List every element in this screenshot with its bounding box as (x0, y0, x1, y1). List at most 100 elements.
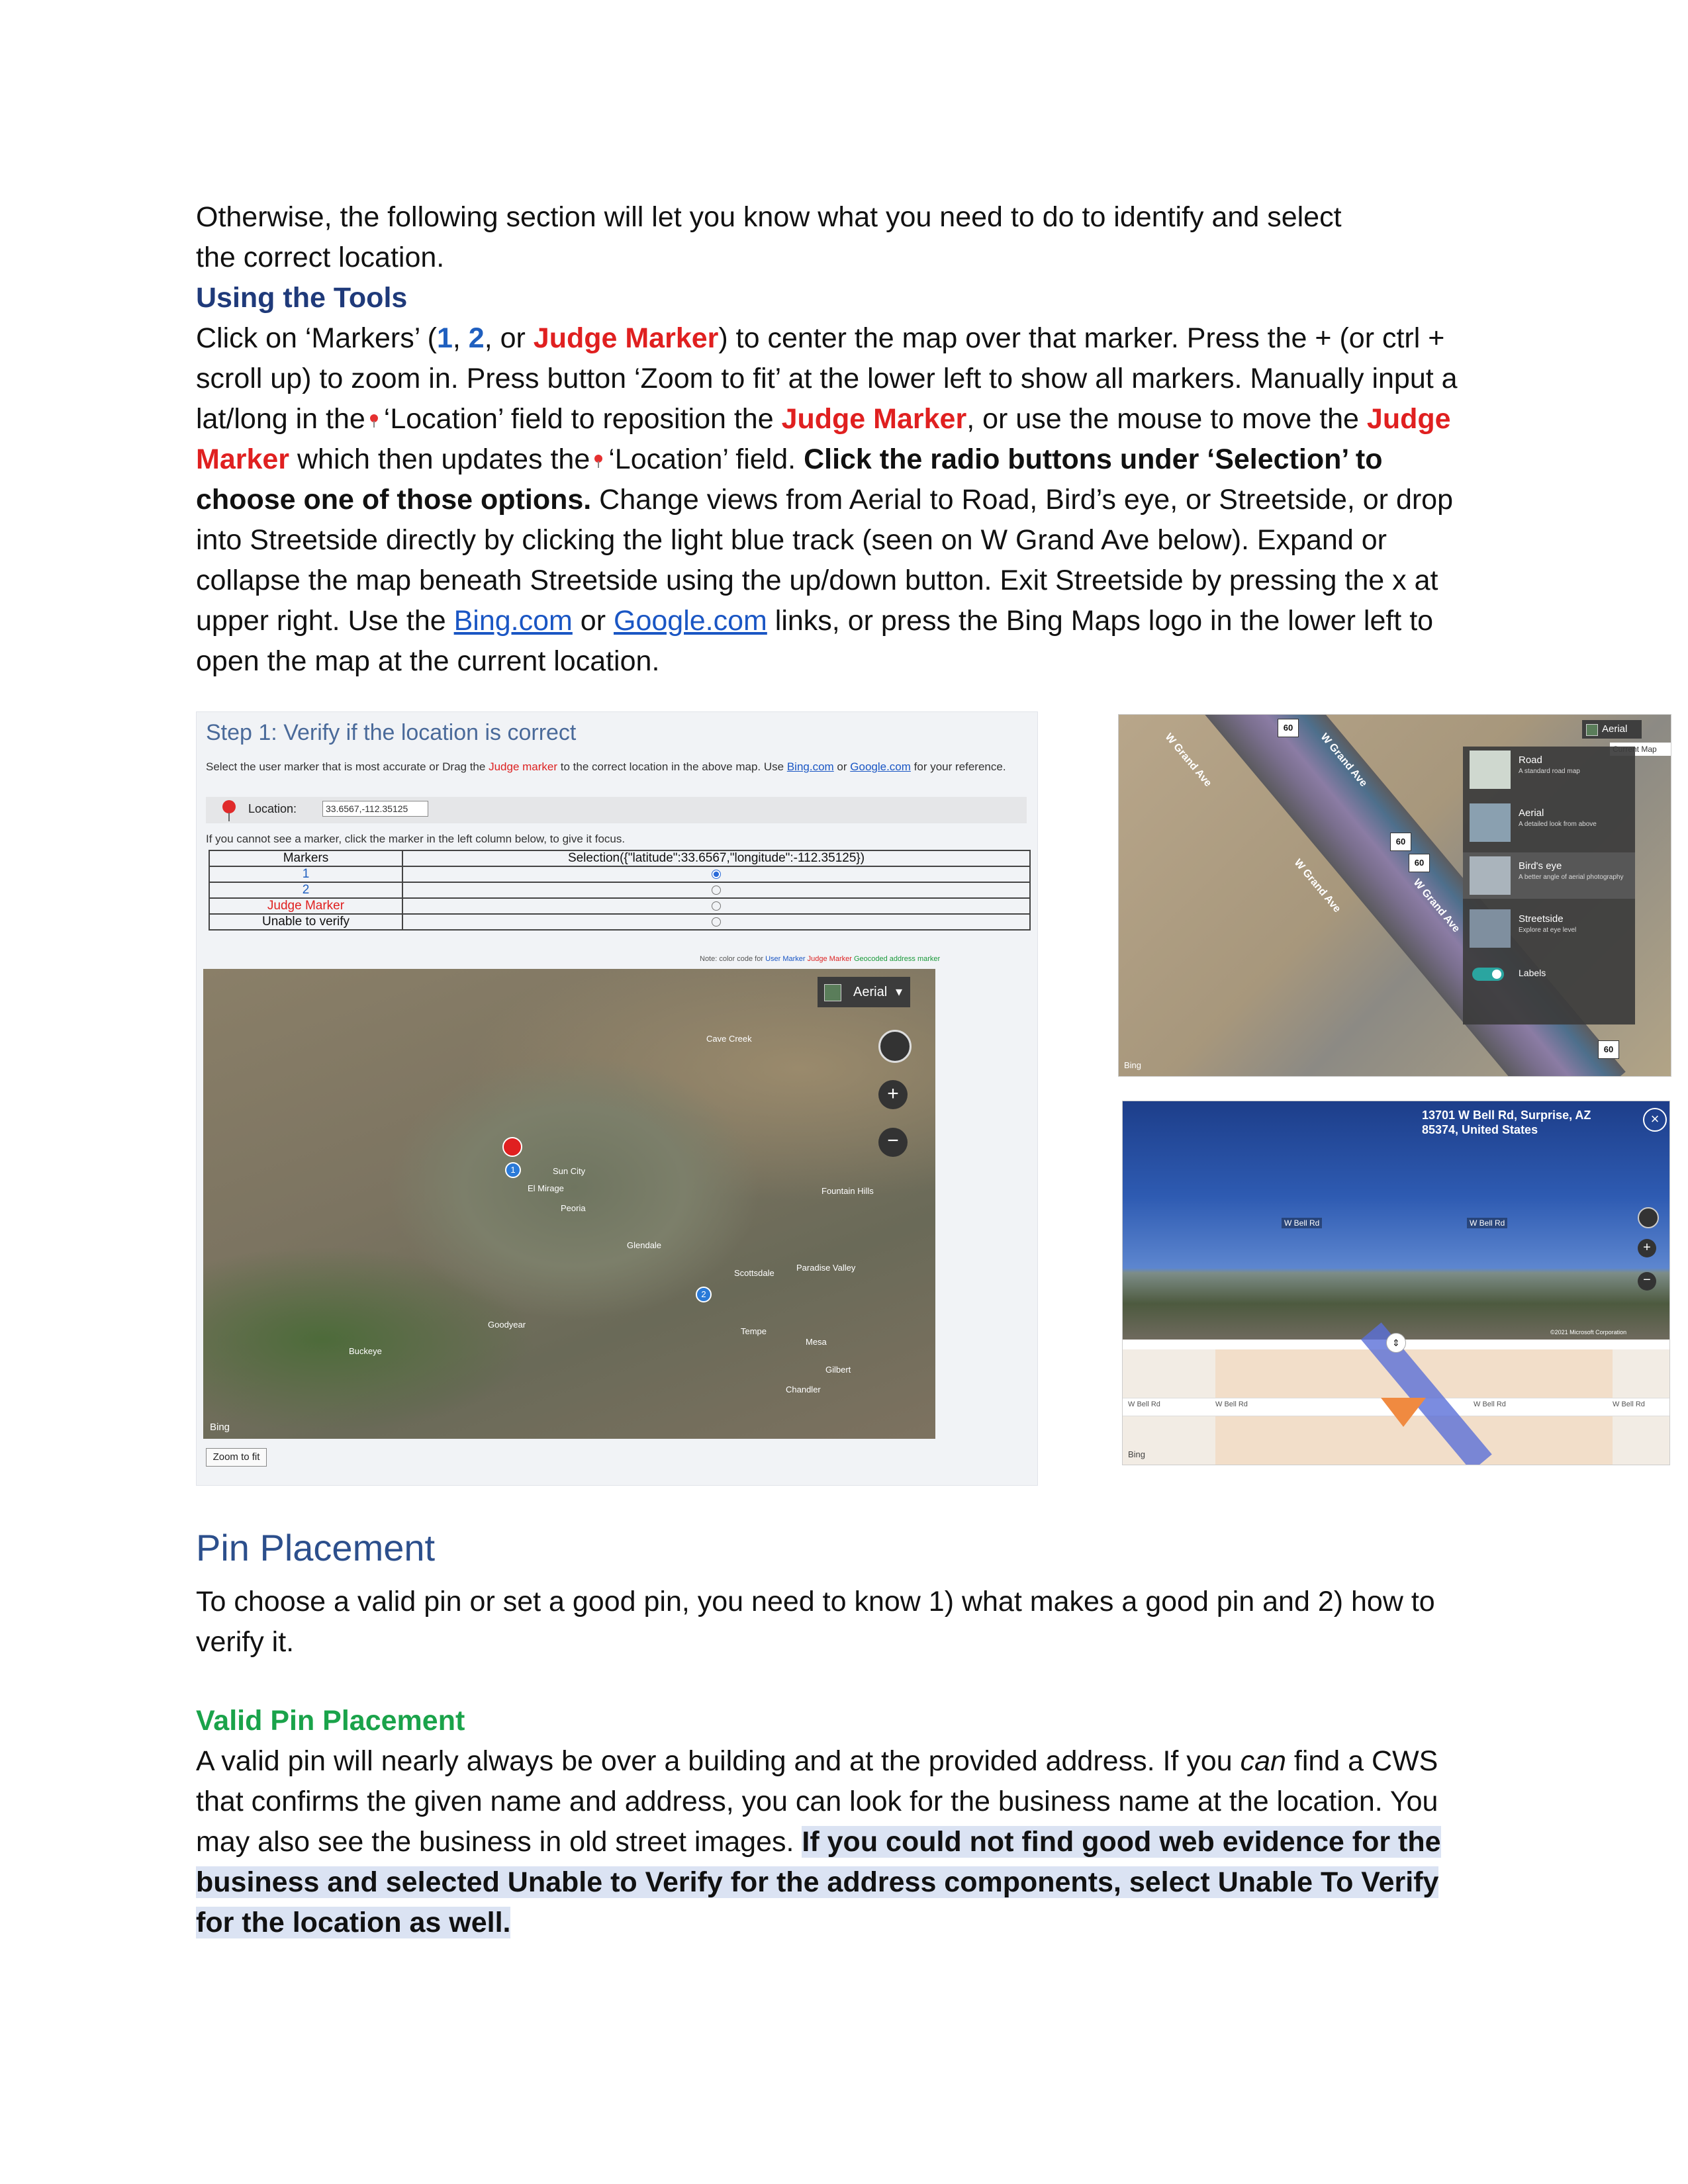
table-header: Markers Selection({"latitude":33.6567,"l… (209, 850, 1031, 867)
menu-item-aerial[interactable]: Aerial A detailed look from above (1463, 799, 1635, 846)
place-label: Scottsdale (734, 1268, 774, 1278)
road-label: W Bell Rd (1474, 1400, 1506, 1408)
chevron-down-icon: ▾ (896, 985, 903, 999)
google-link[interactable]: Google.com (614, 605, 767, 637)
street-image[interactable] (1123, 1101, 1669, 1340)
judge-marker-pin[interactable] (502, 1137, 522, 1157)
tools-text: , (452, 322, 469, 354)
place-label: Mesa (806, 1337, 827, 1347)
bing-logo[interactable]: Bing (1128, 1449, 1145, 1459)
bing-link[interactable]: Bing.com (454, 605, 573, 637)
marker-2-ref: 2 (468, 322, 485, 354)
tools-text: Click on ‘Markers’ ( (196, 322, 437, 354)
instruction-text: Select the user marker that is most accu… (206, 760, 489, 773)
menu-item-title: Road (1519, 754, 1542, 766)
menu-item-title: Aerial (1519, 807, 1544, 819)
map-view-button[interactable]: Aerial ▾ (818, 977, 910, 1007)
streetside-thumb-icon (1470, 909, 1511, 948)
radio-cell (402, 866, 1031, 883)
labels-toggle[interactable] (1472, 968, 1504, 981)
location-pin-icon (222, 800, 236, 821)
tools-text: or (572, 605, 614, 637)
judge-marker-ref: Judge Marker (533, 322, 719, 354)
zoom-to-fit-button[interactable]: Zoom to fit (206, 1448, 267, 1467)
road-label: W Bell Rd (1613, 1400, 1645, 1408)
instruction-text: for your reference. (910, 760, 1006, 773)
zoom-out-button[interactable]: − (878, 1128, 908, 1157)
close-icon[interactable]: × (1643, 1108, 1667, 1132)
pin-placement-heading: Pin Placement (196, 1527, 436, 1569)
intro-line-2: the correct location. (196, 242, 445, 273)
place-label: Sun City (553, 1166, 586, 1176)
radio-unable-to-verify[interactable] (712, 917, 721, 927)
step-title: Step 1: Verify if the location is correc… (206, 720, 577, 745)
marker-1-pin[interactable]: 1 (505, 1162, 521, 1178)
radio-marker-1[interactable] (712, 869, 721, 879)
tools-text: ‘Location’ field. (608, 443, 804, 475)
valid-pin-paragraph: A valid pin will nearly always be over a… (196, 1741, 1480, 1943)
place-label: Fountain Hills (821, 1186, 874, 1196)
valid-text: A valid pin will nearly always be over a… (196, 1745, 1241, 1777)
unable-to-verify-label: Unable to verify (209, 913, 403, 931)
street-label: W Grand Ave (1162, 731, 1214, 790)
streetside-screenshot: 13701 W Bell Rd, Surprise, AZ 85374, Uni… (1122, 1101, 1670, 1465)
table-row: 1 (209, 866, 1031, 883)
aerial-icon (824, 984, 841, 1001)
google-link[interactable]: Google.com (850, 760, 911, 773)
instruction-text: to the correct location in the above map… (557, 760, 787, 773)
radio-marker-2[interactable] (712, 885, 721, 895)
address-line-1: 13701 W Bell Rd, Surprise, AZ (1422, 1109, 1591, 1122)
map-view-button[interactable]: Aerial (1582, 720, 1642, 739)
menu-item-desc: A standard road map (1519, 768, 1580, 775)
radio-judge-marker[interactable] (712, 901, 721, 911)
markers-table: Markers Selection({"latitude":33.6567,"l… (209, 850, 1031, 931)
marker-hint: If you cannot see a marker, click the ma… (206, 833, 626, 845)
marker-1-ref: 1 (436, 322, 453, 354)
bing-logo[interactable]: Bing (1124, 1060, 1141, 1070)
menu-item-title: Bird's eye (1519, 860, 1562, 872)
bing-logo[interactable]: Bing (210, 1422, 230, 1433)
radio-cell (402, 913, 1031, 931)
nav-arrow-right[interactable]: W Bell Rd (1467, 1218, 1508, 1228)
place-label: El Mirage (528, 1183, 564, 1193)
menu-item-title: Streetside (1519, 913, 1564, 925)
route-shield: 60 (1409, 854, 1430, 872)
address-line-2: 85374, United States (1422, 1123, 1538, 1136)
note-text: Note: color code for (700, 955, 766, 963)
radio-cell (402, 897, 1031, 915)
note-user: User Marker (765, 955, 806, 963)
menu-item-road[interactable]: Road A standard road map (1463, 747, 1635, 793)
marker-2-link[interactable]: 2 (209, 882, 403, 899)
intro-paragraph: Otherwise, the following section will le… (196, 197, 1480, 278)
valid-emphasis: can (1240, 1745, 1286, 1777)
zoom-in-button[interactable]: + (878, 1080, 908, 1109)
aerial-view-menu-screenshot: W Grand Ave W Grand Ave W Grand Ave W Gr… (1118, 714, 1671, 1077)
compass-icon[interactable] (878, 1030, 912, 1063)
location-input[interactable]: 33.6567,-112.35125 (322, 801, 428, 817)
map-view-label: Aerial (1602, 723, 1628, 735)
expand-collapse-button[interactable]: ⇕ (1386, 1333, 1406, 1353)
place-label: Tempe (741, 1326, 767, 1336)
tools-paragraph: Click on ‘Markers’ (1, 2, or Judge Marke… (196, 318, 1480, 682)
judge-marker-link[interactable]: Judge Marker (209, 897, 403, 915)
marker-2-pin[interactable]: 2 (696, 1287, 712, 1302)
table-row: Judge Marker (209, 897, 1031, 915)
zoom-out-button[interactable]: − (1638, 1272, 1656, 1291)
compass-icon[interactable] (1638, 1207, 1659, 1228)
labels-toggle-label: Labels (1519, 968, 1546, 978)
menu-item-desc: Explore at eye level (1519, 927, 1577, 934)
menu-item-desc: A detailed look from above (1519, 821, 1597, 828)
intro-line-1: Otherwise, the following section will le… (196, 201, 1342, 233)
menu-item-birds-eye[interactable]: Bird's eye A better angle of aerial phot… (1463, 852, 1635, 899)
bing-link[interactable]: Bing.com (787, 760, 834, 773)
toggle-knob (1492, 970, 1501, 979)
selection-header: Selection({"latitude":33.6567,"longitude… (402, 850, 1031, 867)
copyright-text: ©2021 Microsoft Corporation (1550, 1329, 1627, 1336)
menu-item-streetside[interactable]: Streetside Explore at eye level (1463, 905, 1635, 952)
marker-1-link[interactable]: 1 (209, 866, 403, 883)
table-row: Unable to verify (209, 913, 1031, 931)
zoom-in-button[interactable]: + (1638, 1239, 1656, 1257)
aerial-map[interactable]: Aerial ▾ + − Sun City Peoria Glendale Sc… (203, 969, 935, 1439)
route-shield: 60 (1390, 833, 1411, 851)
nav-arrow-left[interactable]: W Bell Rd (1282, 1218, 1323, 1228)
